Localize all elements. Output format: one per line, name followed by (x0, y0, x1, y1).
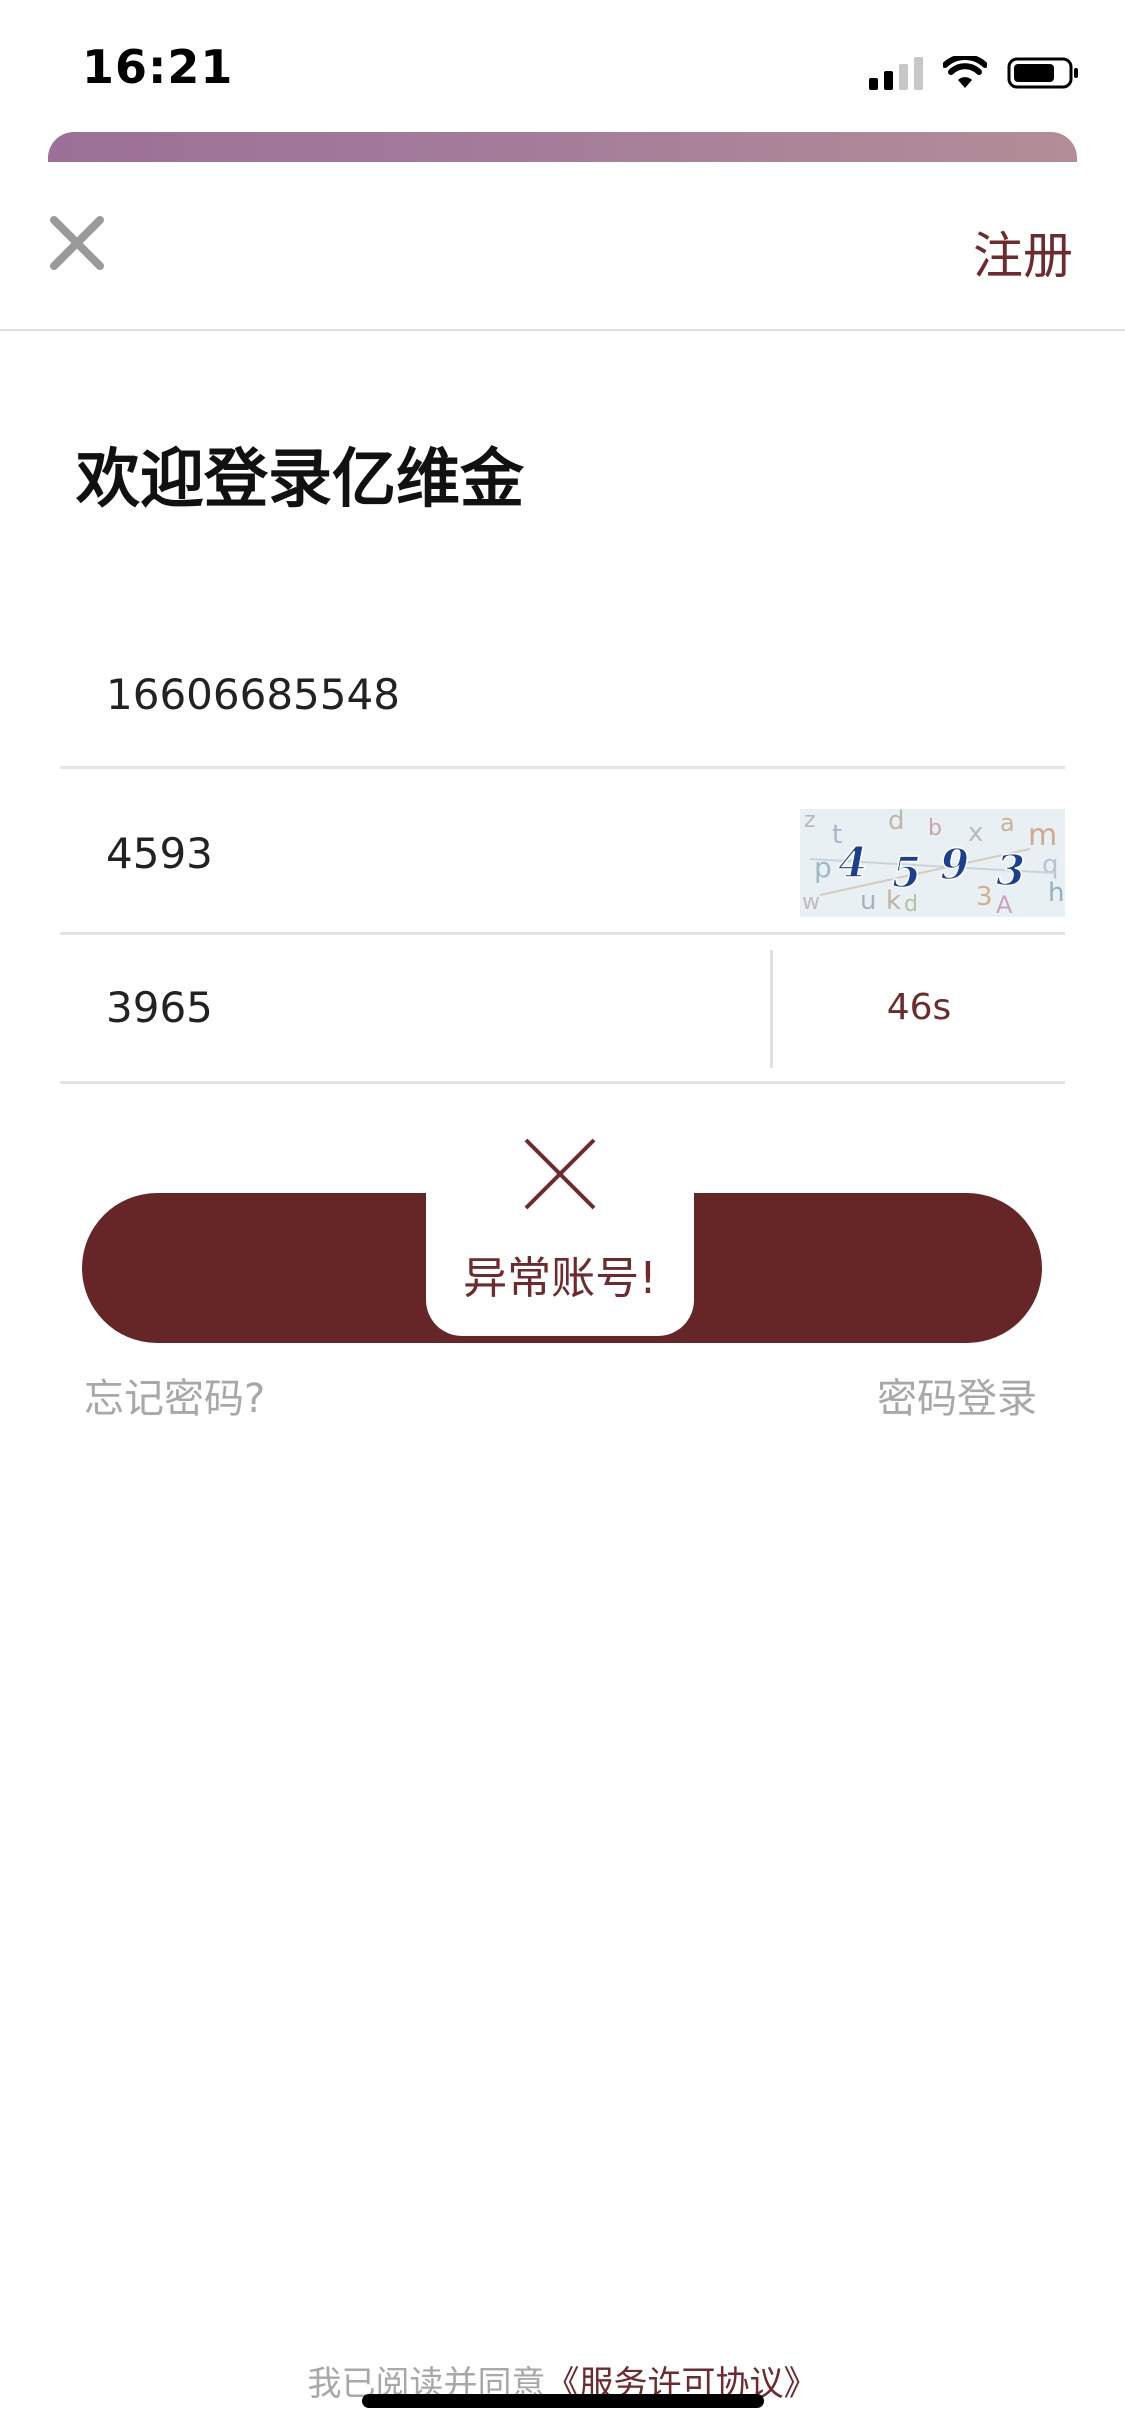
svg-text:m: m (1028, 818, 1057, 853)
phone-row (60, 620, 1065, 769)
phone-input[interactable] (106, 668, 766, 720)
svg-text:b: b (928, 816, 942, 841)
close-button[interactable] (46, 212, 108, 274)
svg-text:d: d (888, 809, 905, 836)
close-icon (50, 216, 104, 270)
countdown-timer[interactable]: 46s (773, 935, 1065, 1081)
svg-text:z: z (804, 809, 816, 833)
svg-text:3: 3 (976, 882, 993, 912)
page-title: 欢迎登录亿维金 (76, 443, 524, 517)
svg-text:x: x (968, 818, 983, 848)
svg-text:h: h (1048, 878, 1064, 908)
password-login-link[interactable]: 密码登录 (877, 1366, 1037, 1424)
header-gradient-bar (48, 132, 1077, 162)
svg-text:9: 9 (940, 840, 969, 889)
captcha-image[interactable]: z t d b x a m q p h u k d 3 A w 4 5 9 3 (800, 809, 1065, 917)
wifi-icon (943, 56, 987, 88)
svg-text:5: 5 (892, 848, 921, 897)
sms-code-input[interactable] (106, 981, 766, 1033)
cellular-signal-icon (869, 56, 923, 90)
captcha-row: z t d b x a m q p h u k d 3 A w 4 5 9 3 (60, 769, 1065, 935)
forgot-password-link[interactable]: 忘记密码? (84, 1366, 265, 1424)
svg-text:4: 4 (838, 838, 867, 887)
nav-divider (0, 329, 1125, 331)
captcha-input[interactable] (106, 827, 766, 879)
status-time: 16:21 (82, 40, 234, 94)
svg-text:w: w (802, 890, 820, 915)
svg-text:u: u (860, 886, 876, 916)
login-screen: 16:21 注册 欢迎登录亿维金 16606685548 4593 z t d … (0, 0, 1125, 2436)
svg-text:3: 3 (996, 846, 1025, 895)
svg-text:q: q (1042, 850, 1059, 880)
battery-icon (1007, 57, 1078, 89)
error-toast: 异常账号! (426, 1108, 694, 1336)
close-icon (524, 1138, 596, 1210)
status-icons (869, 50, 1081, 90)
toast-message: 异常账号! (463, 1253, 657, 1304)
register-link[interactable]: 注册 (973, 216, 1073, 288)
svg-text:p: p (814, 851, 832, 884)
sms-code-row: 46s (60, 935, 1065, 1084)
home-indicator[interactable] (362, 2394, 764, 2408)
svg-text:a: a (1000, 809, 1015, 837)
